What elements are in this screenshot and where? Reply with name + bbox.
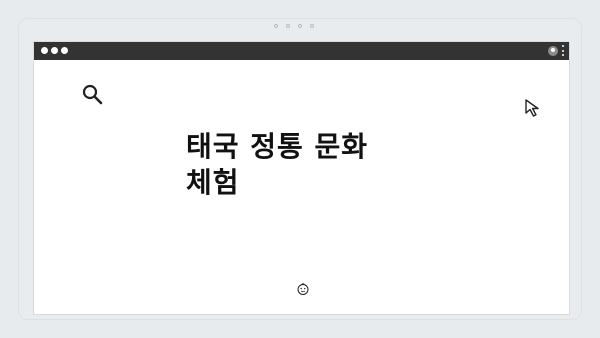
page-title-line1: 태국 정통 문화 <box>186 130 369 163</box>
title-bar <box>34 42 569 60</box>
minimize-window-button[interactable] <box>51 47 58 54</box>
pager-dot <box>310 24 314 28</box>
browser-window: 태국 정통 문화 체험 <box>33 41 570 315</box>
maximize-window-button[interactable] <box>61 47 68 54</box>
window-menu-area <box>548 45 564 56</box>
cursor-arrow-icon <box>525 99 539 117</box>
pager-dot <box>298 24 302 28</box>
smiley-face-icon <box>297 283 309 295</box>
kebab-menu-icon[interactable] <box>561 45 564 56</box>
pager-dot <box>274 24 278 28</box>
search-icon[interactable] <box>81 83 105 107</box>
profile-icon[interactable] <box>548 45 558 56</box>
pager-dot <box>286 24 290 28</box>
close-window-button[interactable] <box>41 47 48 54</box>
page-title-line2: 체험 <box>186 166 240 199</box>
window-controls <box>41 47 68 54</box>
pager-dots <box>274 24 314 28</box>
page-title: 태국 정통 문화 체험 <box>186 129 426 201</box>
